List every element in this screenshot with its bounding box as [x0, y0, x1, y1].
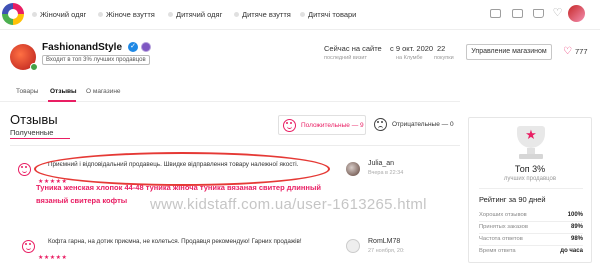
reviews-title: Отзывы	[10, 112, 58, 127]
favorite-heart-icon[interactable]: ♡	[563, 46, 572, 57]
rating-title: Рейтинг за 90 дней	[479, 195, 546, 204]
star-icon: ★	[525, 127, 537, 142]
metric-label-response-time: Время ответа	[479, 248, 516, 254]
mail-icon[interactable]	[512, 9, 523, 18]
seller-badge-icon	[141, 42, 151, 52]
settings-icon[interactable]	[490, 9, 501, 18]
received-reviews-tab[interactable]: Полученные	[10, 128, 53, 137]
reviewer-name[interactable]: RomLM78	[368, 238, 400, 245]
nav-tab-womens-shoes[interactable]: Жіноче взуття	[98, 8, 155, 22]
favorites-count: 777	[575, 47, 588, 56]
top-navigation: Жіночий одяг Жіноче взуття Дитячий одяг …	[0, 0, 600, 30]
online-indicator	[30, 63, 38, 71]
online-status-sub: последний визит	[324, 55, 367, 61]
metric-value-response-rate: 98%	[570, 236, 583, 242]
positive-filter-label: Положительные — 9	[301, 122, 364, 129]
seller-rating-panel: ★ Топ 3% лучших продавцов Рейтинг за 90 …	[468, 117, 592, 263]
purchases-sub: покупки	[434, 55, 454, 61]
top-percent-title: Топ 3%	[514, 164, 546, 174]
shop-avatar	[10, 44, 38, 71]
trophy-icon: ★	[517, 126, 545, 148]
positive-smile-icon	[283, 119, 296, 132]
top-seller-badge: Входит в топ 3% лучших продавцов	[42, 55, 150, 65]
heart-icon[interactable]: ♡	[552, 8, 563, 19]
metric-label-good-reviews: Хороших отзывов	[479, 212, 527, 218]
review-stars: ★★★★★	[38, 255, 68, 261]
metric-label-response-rate: Частота ответов	[479, 236, 523, 242]
top-percent-sub: лучших продавцов	[503, 176, 557, 182]
metric-divider	[479, 245, 583, 246]
received-tab-underline	[10, 138, 70, 139]
review-date: 27 ноября, 20:	[368, 248, 405, 254]
negative-filter[interactable]: Отрицательные — 0	[370, 115, 458, 135]
smile-icon	[22, 240, 35, 253]
reviews-divider	[10, 145, 460, 146]
metric-value-response-time: до часа	[560, 248, 583, 254]
nav-tab-kids-shoes[interactable]: Дитяче взуття	[234, 8, 291, 22]
review-positive-icon	[22, 240, 36, 254]
highlight-circle-annotation	[34, 152, 330, 186]
tab-about-shop[interactable]: О магазине	[86, 88, 121, 95]
member-since-sub: на Клумбе	[396, 55, 423, 61]
user-avatar[interactable]	[568, 5, 585, 22]
reviewer-name[interactable]: Julia_an	[368, 160, 394, 167]
metric-divider	[479, 221, 583, 222]
online-status: Сейчас на сайте	[324, 44, 382, 53]
watermark: www.kidstaff.com.ua/user-1613265.html	[150, 196, 427, 213]
reviewer-avatar[interactable]	[346, 162, 360, 176]
smile-icon	[18, 163, 31, 176]
site-logo[interactable]	[2, 3, 24, 25]
active-tab-indicator	[48, 100, 76, 102]
nav-tab-kids-goods[interactable]: Дитячі товари	[300, 8, 356, 22]
metric-label-accepted-orders: Принятых заказов	[479, 224, 528, 230]
reviewer-avatar[interactable]	[346, 239, 360, 253]
metric-value-accepted-orders: 89%	[570, 224, 583, 230]
purchases-count: 22	[437, 44, 446, 53]
panel-divider	[479, 188, 583, 189]
tab-reviews[interactable]: Отзывы	[50, 88, 77, 95]
trophy-base	[519, 154, 543, 159]
tab-products[interactable]: Товары	[16, 88, 38, 95]
nav-tab-womens-clothing[interactable]: Жіночий одяг	[32, 8, 86, 22]
negative-smile-icon	[374, 118, 387, 131]
positive-filter[interactable]: Положительные — 9	[278, 115, 366, 135]
member-since: с 9 окт. 2020	[390, 44, 434, 53]
metric-value-good-reviews: 100%	[567, 212, 583, 218]
review-text: Кофта гарна, на дотик приємна, не колеть…	[48, 238, 302, 245]
nav-tab-kids-clothing[interactable]: Дитячий одяг	[168, 8, 222, 22]
bag-icon[interactable]	[533, 9, 544, 18]
verified-icon: ✓	[128, 42, 138, 52]
manage-shop-button[interactable]: Управление магазином	[466, 44, 552, 60]
shop-name[interactable]: FashionandStyle	[42, 42, 122, 53]
negative-filter-label: Отрицательные — 0	[392, 121, 454, 128]
metric-divider	[479, 233, 583, 234]
review-positive-icon	[18, 163, 32, 177]
review-date: Вчера в 22:34	[368, 170, 404, 176]
